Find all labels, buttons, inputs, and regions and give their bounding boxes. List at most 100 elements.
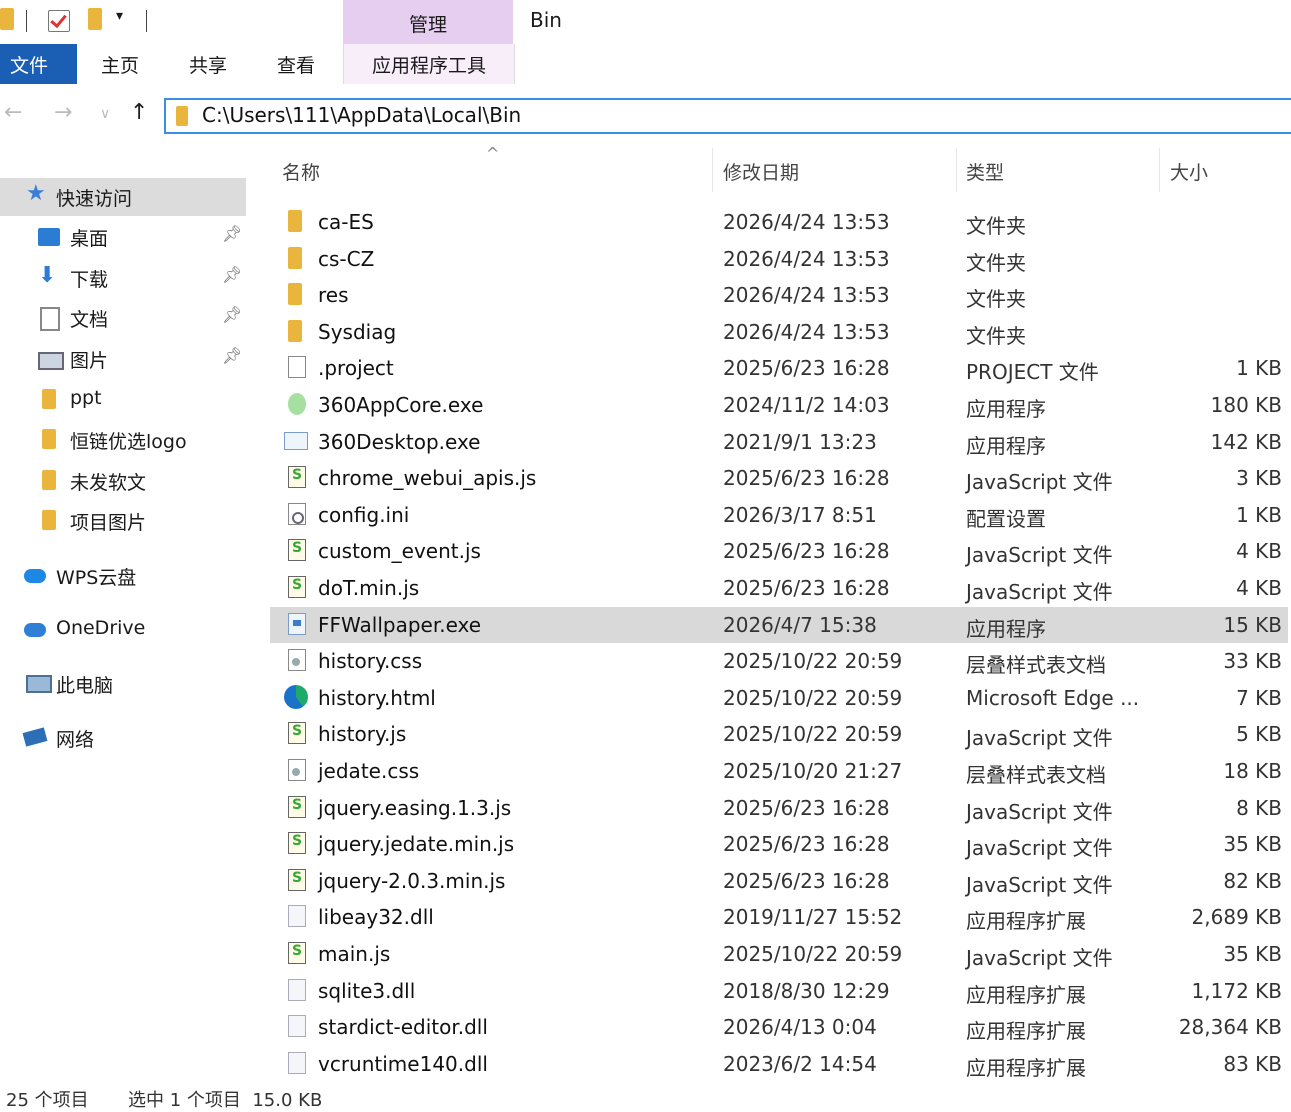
file-name[interactable]: main.js <box>318 942 390 966</box>
file-name[interactable]: res <box>318 283 349 307</box>
file-row[interactable]: libeay32.dll 2019/11/27 15:52 应用程序扩展 2,689 … <box>270 899 1288 935</box>
sidebar-item-ppt[interactable]: ppt <box>0 381 246 419</box>
file-row[interactable]: custom_event.js 2025/6/23 16:28 JavaScript… <box>270 533 1288 569</box>
column-divider[interactable] <box>712 148 713 192</box>
up-arrow-icon[interactable]: ↑ <box>130 100 148 125</box>
document-icon <box>40 307 60 331</box>
file-name[interactable]: Sysdiag <box>318 320 396 344</box>
file-name[interactable]: jedate.css <box>318 759 419 783</box>
file-name[interactable]: custom_event.js <box>318 539 481 563</box>
forward-arrow-icon[interactable]: → <box>54 100 72 125</box>
file-name[interactable]: doT.min.js <box>318 576 419 600</box>
file-name[interactable]: history.css <box>318 649 422 673</box>
folder-icon[interactable] <box>0 8 14 30</box>
tab-view[interactable]: 查看 <box>266 44 326 84</box>
file-row[interactable]: chrome_webui_apis.js 2025/6/23 16:28 JavaS… <box>270 460 1288 496</box>
file-name[interactable]: .project <box>318 356 394 380</box>
sidebar-item-documents[interactable]: 文档 📌︎ <box>0 299 246 337</box>
sidebar-item-pictures[interactable]: 图片 📌︎ <box>0 340 246 378</box>
tab-home[interactable]: 主页 <box>90 44 150 84</box>
file-row[interactable]: sqlite3.dll 2018/8/30 12:29 应用程序扩展 1,172 KB <box>270 973 1288 1009</box>
column-header-name[interactable]: 名称 <box>282 158 320 185</box>
file-size: 82 KB <box>1223 869 1282 893</box>
sidebar-item-this-pc[interactable]: 此电脑 <box>0 665 246 703</box>
file-row[interactable]: FFWallpaper.exe 2026/4/7 15:38 应用程序 15 KB <box>270 607 1288 643</box>
file-size: 180 KB <box>1210 393 1282 417</box>
recent-locations-chevron-icon[interactable]: ∨ <box>100 106 110 122</box>
address-path[interactable]: C:\Users\111\AppData\Local\Bin <box>202 103 521 127</box>
file-row[interactable]: history.html 2025/10/22 20:59 Microsoft Ed… <box>270 680 1288 716</box>
file-row[interactable]: Sysdiag 2026/4/24 13:53 文件夹 <box>270 314 1288 350</box>
file-name[interactable]: ca-ES <box>318 210 374 234</box>
column-header-size[interactable]: 大小 <box>1170 158 1208 185</box>
pin-icon[interactable]: 📌︎ <box>222 224 242 243</box>
tab-file[interactable]: 文件 <box>0 44 77 84</box>
file-type: 文件夹 <box>966 324 1026 348</box>
file-name[interactable]: FFWallpaper.exe <box>318 613 481 637</box>
sidebar-item-quick-access[interactable]: ★ 快速访问 <box>0 178 246 216</box>
column-header-date[interactable]: 修改日期 <box>723 158 799 185</box>
file-row[interactable]: res 2026/4/24 13:53 文件夹 <box>270 277 1288 313</box>
tab-share[interactable]: 共享 <box>178 44 238 84</box>
address-bar[interactable]: C:\Users\111\AppData\Local\Bin <box>164 98 1291 134</box>
file-name[interactable]: stardict-editor.dll <box>318 1015 488 1039</box>
sidebar-item-onedrive[interactable]: OneDrive <box>0 611 246 649</box>
file-row[interactable]: main.js 2025/10/22 20:59 JavaScript 文件 35 K… <box>270 936 1288 972</box>
file-date: 2021/9/1 13:23 <box>723 430 877 454</box>
file-row[interactable]: .project 2025/6/23 16:28 PROJECT 文件 1 KB <box>270 350 1288 386</box>
file-date: 2018/8/30 12:29 <box>723 979 890 1003</box>
file-name[interactable]: config.ini <box>318 503 409 527</box>
sidebar-item-desktop[interactable]: 桌面 📌︎ <box>0 218 246 256</box>
sidebar-item-logo-folder[interactable]: 恒链优选logo <box>0 421 246 459</box>
pin-icon[interactable]: 📌︎ <box>222 305 242 324</box>
file-row[interactable]: doT.min.js 2025/6/23 16:28 JavaScript 文件 4 … <box>270 570 1288 606</box>
file-date: 2025/6/23 16:28 <box>723 869 890 893</box>
file-row[interactable]: history.js 2025/10/22 20:59 JavaScript 文件 5… <box>270 716 1288 752</box>
file-row[interactable]: stardict-editor.dll 2026/4/13 0:04 应用程序扩展 2… <box>270 1009 1288 1045</box>
properties-icon[interactable] <box>48 10 70 32</box>
column-divider[interactable] <box>1159 148 1160 192</box>
file-row[interactable]: jquery.easing.1.3.js 2025/6/23 16:28 JavaS… <box>270 790 1288 826</box>
file-name[interactable]: vcruntime140.dll <box>318 1052 488 1076</box>
file-row[interactable]: jedate.css 2025/10/20 21:27 层叠样式表文档 18 KB <box>270 753 1288 789</box>
column-header-type[interactable]: 类型 <box>966 158 1004 185</box>
file-row[interactable]: ca-ES 2026/4/24 13:53 文件夹 <box>270 204 1288 240</box>
file-name[interactable]: history.html <box>318 686 436 710</box>
file-row[interactable]: cs-CZ 2026/4/24 13:53 文件夹 <box>270 241 1288 277</box>
sidebar-item-project-pictures[interactable]: 项目图片 <box>0 502 246 540</box>
chevron-down-icon[interactable]: ▾ <box>116 8 123 24</box>
file-name[interactable]: libeay32.dll <box>318 905 434 929</box>
file-row[interactable]: 360Desktop.exe 2021/9/1 13:23 应用程序 142 KB <box>270 424 1288 460</box>
file-name[interactable]: sqlite3.dll <box>318 979 415 1003</box>
sidebar-item-downloads[interactable]: ⬇ 下载 📌︎ <box>0 259 246 297</box>
sidebar-item-network[interactable]: 网络 <box>0 719 246 757</box>
file-row[interactable]: jquery-2.0.3.min.js 2025/6/23 16:28 JavaSc… <box>270 863 1288 899</box>
file-row[interactable]: 360AppCore.exe 2024/11/2 14:03 应用程序 180 KB <box>270 387 1288 423</box>
file-date: 2026/3/17 8:51 <box>723 503 877 527</box>
pin-icon[interactable]: 📌︎ <box>222 265 242 284</box>
pin-icon[interactable]: 📌︎ <box>222 346 242 365</box>
file-row[interactable]: jquery.jedate.min.js 2025/6/23 16:28 JavaS… <box>270 826 1288 862</box>
new-folder-icon[interactable] <box>88 8 102 30</box>
file-row[interactable]: history.css 2025/10/22 20:59 层叠样式表文档 33 KB <box>270 643 1288 679</box>
column-divider[interactable] <box>956 148 957 192</box>
file-name[interactable]: chrome_webui_apis.js <box>318 466 536 490</box>
exe-app-icon <box>288 613 306 635</box>
file-date: 2026/4/24 13:53 <box>723 247 890 271</box>
sidebar-item-drafts-folder[interactable]: 未发软文 <box>0 462 246 500</box>
file-type: 应用程序扩展 <box>966 1056 1086 1080</box>
file-name[interactable]: history.js <box>318 722 406 746</box>
back-arrow-icon[interactable]: ← <box>4 100 22 125</box>
file-row[interactable]: vcruntime140.dll 2023/6/2 14:54 应用程序扩展 83 K… <box>270 1046 1288 1082</box>
file-name[interactable]: jquery-2.0.3.min.js <box>318 869 505 893</box>
file-name[interactable]: jquery.jedate.min.js <box>318 832 514 856</box>
exe-window-icon <box>284 432 308 450</box>
file-name[interactable]: 360AppCore.exe <box>318 393 483 417</box>
file-name[interactable]: cs-CZ <box>318 247 374 271</box>
sidebar-item-wps-cloud[interactable]: WPS云盘 <box>0 557 246 595</box>
file-size: 7 KB <box>1236 686 1282 710</box>
file-name[interactable]: 360Desktop.exe <box>318 430 481 454</box>
file-name[interactable]: jquery.easing.1.3.js <box>318 796 511 820</box>
tab-app-tools[interactable]: 应用程序工具 <box>343 44 515 84</box>
file-row[interactable]: config.ini 2026/3/17 8:51 配置设置 1 KB <box>270 497 1288 533</box>
